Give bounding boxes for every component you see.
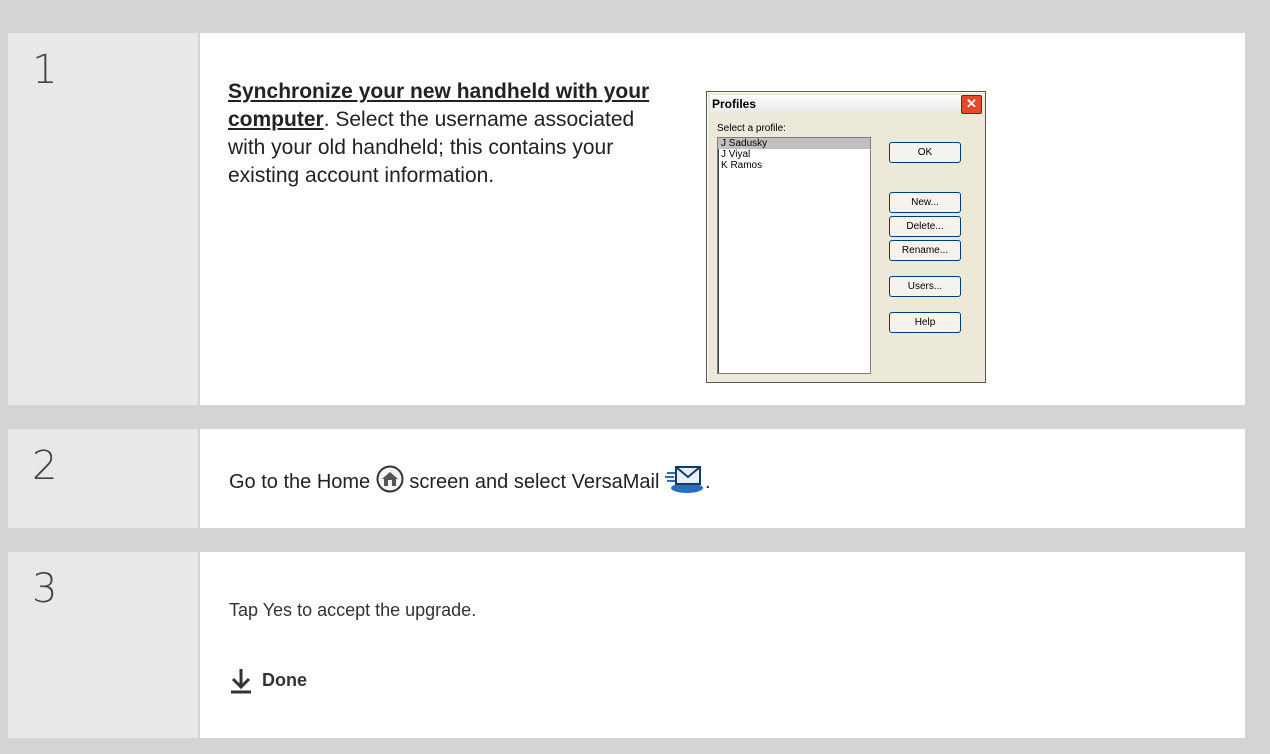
step-content: Go to the Home screen and select VersaMa… bbox=[200, 429, 1245, 528]
users-button[interactable]: Users... bbox=[889, 276, 961, 297]
step-content: Synchronize your new handheld with your … bbox=[200, 33, 1245, 405]
step-2-text-middle: screen and select VersaMail bbox=[409, 470, 660, 493]
step-2-text: Go to the Home screen and select VersaMa… bbox=[229, 463, 711, 502]
step-2-text-after: . bbox=[705, 470, 711, 493]
help-button[interactable]: Help bbox=[889, 312, 961, 333]
new-button[interactable]: New... bbox=[889, 192, 961, 213]
profile-list[interactable]: J Sadusky J Viyal K Ramos bbox=[717, 137, 871, 374]
step-content: Tap Yes to accept the upgrade. Done bbox=[200, 552, 1245, 738]
ok-button[interactable]: OK bbox=[889, 142, 961, 163]
step-number-cell: 3 bbox=[8, 552, 198, 738]
home-icon bbox=[376, 465, 404, 500]
profile-item[interactable]: J Sadusky bbox=[718, 138, 870, 149]
select-profile-label: Select a profile: bbox=[717, 123, 786, 134]
done-label: Done bbox=[262, 670, 307, 690]
step-3-text: Tap Yes to accept the upgrade. bbox=[229, 600, 477, 620]
rename-button[interactable]: Rename... bbox=[889, 240, 961, 261]
profile-item[interactable]: K Ramos bbox=[718, 160, 870, 171]
step-number: 1 bbox=[32, 47, 58, 93]
dialog-title: Profiles bbox=[712, 97, 757, 111]
step-number: 2 bbox=[32, 443, 58, 489]
close-icon[interactable]: ✕ bbox=[961, 95, 982, 114]
step-2-text-before: Go to the Home bbox=[229, 470, 371, 493]
step-number-cell: 2 bbox=[8, 429, 198, 528]
dialog-title-bar: Profiles ✕ bbox=[710, 95, 982, 114]
delete-button[interactable]: Delete... bbox=[889, 216, 961, 237]
step-1: 1 Synchronize your new handheld with you… bbox=[0, 33, 1245, 405]
profile-item[interactable]: J Viyal bbox=[718, 149, 870, 160]
step-1-text: Synchronize your new handheld with your … bbox=[228, 78, 668, 190]
step-number: 3 bbox=[32, 566, 58, 612]
step-2: 2 Go to the Home screen and select Versa… bbox=[0, 429, 1245, 528]
step-number-cell: 1 bbox=[8, 33, 198, 405]
versamail-icon bbox=[665, 463, 705, 502]
profiles-dialog: Profiles ✕ Select a profile: J Sadusky J… bbox=[706, 91, 986, 383]
step-3: 3 Tap Yes to accept the upgrade. Done bbox=[0, 552, 1245, 738]
